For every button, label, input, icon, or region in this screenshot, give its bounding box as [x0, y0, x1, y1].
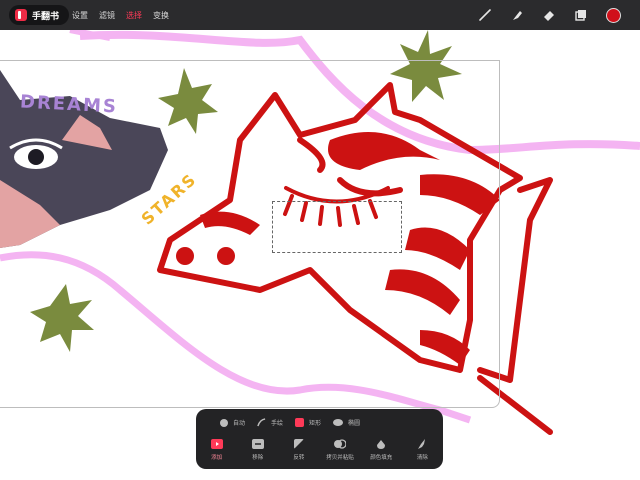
remove-button[interactable]: 移除 [241, 439, 275, 467]
ellipse-icon [333, 419, 344, 426]
action-label: 清除 [416, 455, 428, 461]
mode-automatic[interactable]: 自动 [220, 418, 245, 427]
mode-rectangle[interactable]: 矩形 [295, 418, 321, 427]
invert-button[interactable]: 反转 [282, 439, 316, 467]
selection-action-row: 添加 移除 反转 拷贝并粘贴 颜色填充 清除 [196, 439, 443, 467]
add-icon [210, 439, 223, 449]
pen-icon [257, 418, 266, 427]
tool-group [476, 0, 622, 30]
eraser-icon[interactable] [540, 6, 558, 24]
action-label: 反转 [293, 455, 305, 461]
action-label: 拷贝并粘贴 [326, 455, 354, 461]
mode-label: 矩形 [309, 421, 322, 427]
current-color-swatch [605, 7, 621, 23]
mode-ellipse[interactable]: 椭圆 [333, 418, 360, 427]
action-label: 颜色填充 [370, 455, 393, 461]
rectangle-icon [295, 418, 305, 427]
fill-icon [375, 439, 387, 449]
clear-icon [416, 439, 428, 449]
selection-mode-row: 自动 手绘 矩形 椭圆 [220, 415, 420, 430]
mode-label: 自动 [233, 421, 246, 427]
mode-freehand[interactable]: 手绘 [257, 418, 283, 427]
smudge-icon[interactable] [508, 6, 526, 24]
menu-filters[interactable]: 滤镜 [99, 10, 115, 21]
app-title: 手翻书 [32, 10, 60, 21]
action-label: 添加 [211, 455, 223, 461]
app-menu-button[interactable]: 手翻书 [9, 5, 70, 25]
main-menu: 设置 滤镜 选择 变换 [72, 0, 169, 30]
mode-label: 椭圆 [348, 421, 361, 427]
invert-icon [293, 439, 305, 449]
menu-settings[interactable]: 设置 [72, 10, 88, 21]
selection-panel: 自动 手绘 矩形 椭圆 添加 移除 反转 拷贝并粘贴 颜色填充 清除 [196, 409, 443, 469]
menu-select[interactable]: 选择 [126, 10, 142, 21]
color-picker-icon[interactable] [604, 6, 622, 24]
fill-button[interactable]: 颜色填充 [364, 439, 398, 467]
top-toolbar: 手翻书 设置 滤镜 选择 变换 [0, 0, 640, 30]
menu-transform[interactable]: 变换 [153, 10, 169, 21]
app-logo-icon [15, 9, 27, 21]
copy-paste-button[interactable]: 拷贝并粘贴 [323, 439, 357, 467]
mode-label: 手绘 [271, 421, 284, 427]
remove-icon [251, 439, 264, 449]
add-button[interactable]: 添加 [200, 439, 234, 467]
selection-rectangle[interactable] [272, 201, 402, 253]
brush-icon[interactable] [476, 6, 494, 24]
action-label: 移除 [252, 455, 264, 461]
layers-icon[interactable] [572, 6, 590, 24]
copy-paste-icon [334, 439, 347, 449]
dot-icon [220, 418, 228, 427]
clear-button[interactable]: 清除 [405, 439, 439, 467]
